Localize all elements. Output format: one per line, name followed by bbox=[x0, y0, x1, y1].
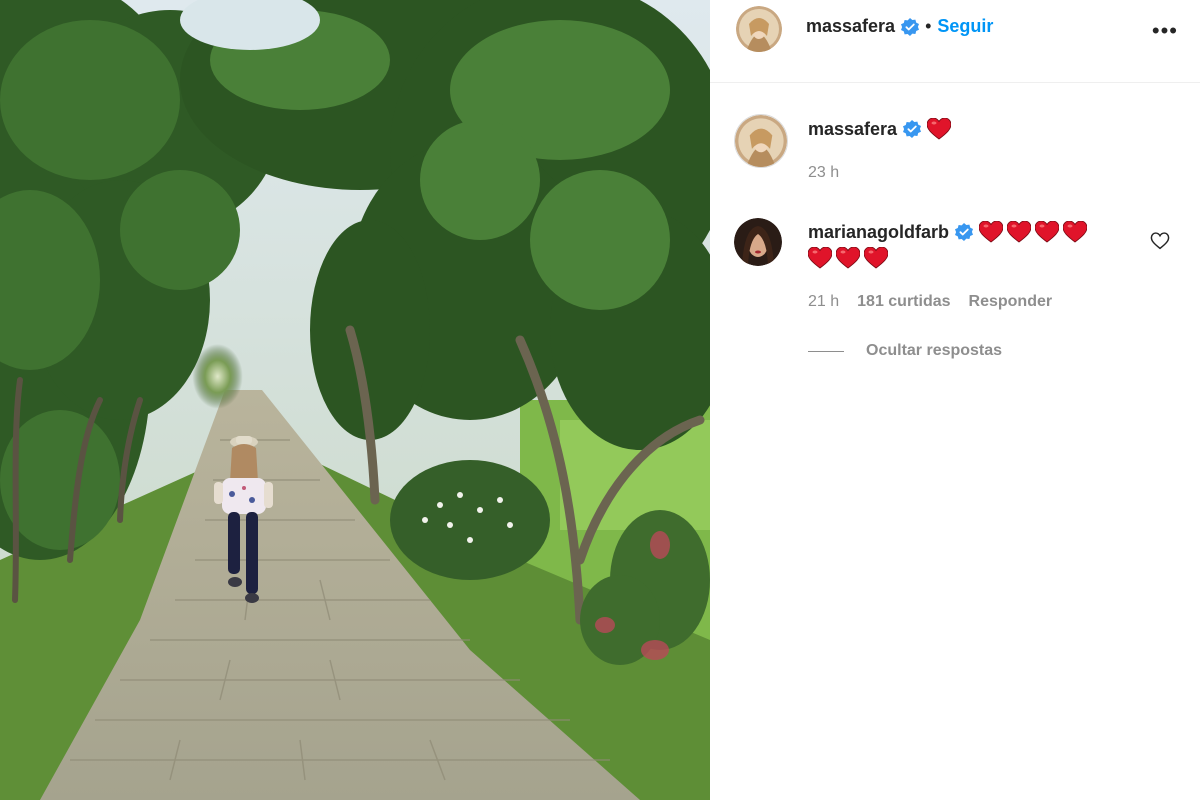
heart-emoji-icon bbox=[808, 247, 832, 269]
comment-likes-count[interactable]: 181 curtidas bbox=[857, 293, 950, 311]
follow-button[interactable]: Seguir bbox=[937, 16, 993, 37]
hide-replies-label: Ocultar respostas bbox=[866, 342, 1003, 359]
post-photo bbox=[0, 0, 710, 800]
commenter-avatar[interactable] bbox=[734, 114, 788, 168]
heart-emoji-row bbox=[979, 221, 1088, 243]
author-username[interactable]: massafera bbox=[806, 16, 895, 37]
replies-divider-line bbox=[808, 350, 844, 352]
comments-panel: massafera • Seguir ••• massafera 23 h ma… bbox=[710, 0, 1200, 800]
post-header: massafera • Seguir ••• bbox=[710, 0, 1200, 83]
heart-emoji-icon bbox=[927, 118, 952, 140]
comment-timestamp: 21 h bbox=[808, 293, 840, 310]
verified-badge-icon bbox=[903, 120, 922, 138]
verified-badge-icon bbox=[955, 223, 974, 241]
heart-emoji-icon bbox=[979, 221, 1004, 243]
comment-username[interactable]: marianagoldfarb bbox=[808, 222, 949, 243]
heart-emoji-icon bbox=[1007, 221, 1032, 243]
hide-replies-button[interactable]: Ocultar respostas bbox=[808, 342, 1002, 360]
commenter-avatar[interactable] bbox=[734, 218, 782, 266]
author-avatar[interactable] bbox=[736, 6, 782, 52]
more-options-icon[interactable]: ••• bbox=[1152, 18, 1178, 44]
comment-timestamp: 23 h bbox=[808, 164, 840, 181]
heart-emoji-icon bbox=[1035, 221, 1060, 243]
verified-badge-icon bbox=[901, 17, 920, 36]
heart-emoji-row bbox=[808, 247, 888, 269]
separator-dot: • bbox=[925, 16, 932, 36]
comment-username[interactable]: massafera bbox=[808, 119, 897, 140]
heart-emoji-icon bbox=[1063, 221, 1088, 243]
like-comment-heart-icon[interactable] bbox=[1150, 232, 1170, 255]
heart-emoji-icon bbox=[836, 247, 860, 269]
heart-emoji-icon bbox=[864, 247, 888, 269]
reply-button[interactable]: Responder bbox=[969, 293, 1053, 311]
